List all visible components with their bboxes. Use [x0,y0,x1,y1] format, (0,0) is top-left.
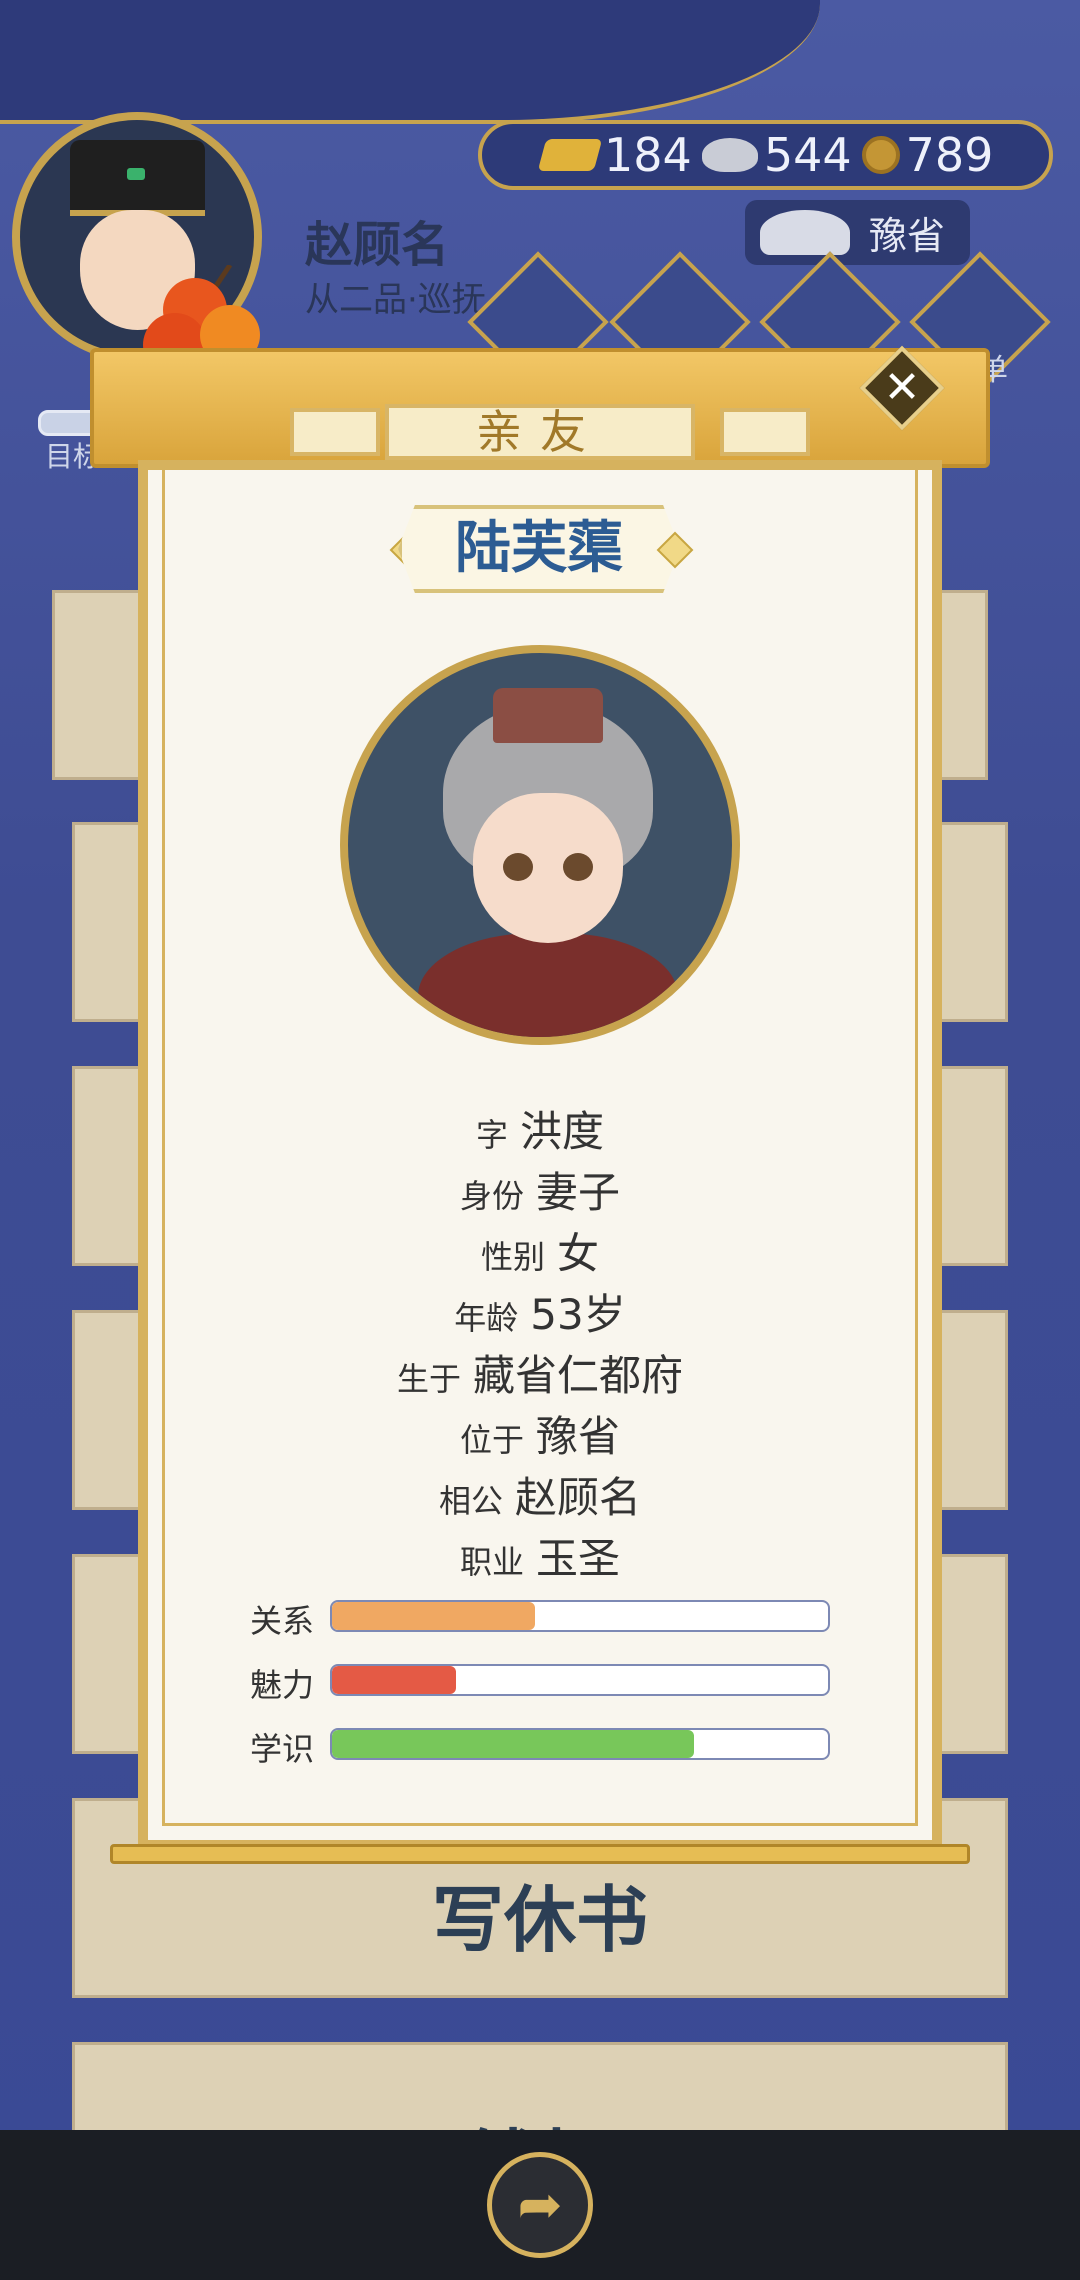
info-row: 位于 豫省 [0,1403,1080,1464]
gold-counter: 184 [537,128,692,182]
info-key: 相公 [438,1482,503,1520]
copper-coin-icon [861,136,900,174]
title-side-right [720,408,810,456]
player-rank: 从二品·巡抚 [305,280,486,320]
share-button[interactable]: ➦ [487,2152,593,2258]
info-value: 赵顾名 [515,1473,642,1522]
stat-label: 学识 [250,1730,315,1768]
info-row: 生于 藏省仁都府 [0,1342,1080,1403]
silver-counter: 544 [701,128,852,182]
silver-value: 544 [763,128,852,182]
stat-bar [330,1600,830,1632]
info-row: 职业 玉圣 [0,1525,1080,1586]
info-row: 性别女 [0,1220,1080,1281]
info-key: 性别 [480,1238,545,1276]
copper-counter: 789 [861,128,994,182]
player-name: 赵顾名 [305,217,450,273]
info-key: 身份 [459,1177,524,1215]
gold-value: 184 [604,128,692,182]
share-icon: ➦ [517,2173,563,2236]
info-key: 字 [475,1116,508,1154]
info-key: 位于 [459,1421,524,1459]
modal-title: 亲友 [385,404,695,460]
info-value: 女 [557,1229,600,1278]
title-side-left [290,408,380,456]
stat-bar-fill [332,1666,456,1694]
stat-label: 魅力 [250,1666,315,1704]
scroll-rod [110,1844,970,1864]
gold-ingot-icon [537,139,603,171]
person-portrait [340,645,740,1045]
info-row: 年龄 53岁 [0,1281,1080,1342]
copper-value: 789 [905,128,994,182]
info-row: 身份 妻子 [0,1159,1080,1220]
location-icon [760,210,850,255]
info-key: 生于 [396,1360,461,1398]
info-value: 玉圣 [536,1534,621,1583]
info-value: 洪度 [520,1107,605,1156]
official-hat [70,140,205,216]
divorce-label: 写休书 [431,1878,648,1962]
stat-bar-fill [332,1602,536,1630]
stat-bar [330,1664,830,1696]
location-label: 豫省 [868,214,945,258]
info-row: 字洪度 [0,1098,1080,1159]
info-row: 相公 赵顾名 [0,1464,1080,1525]
location-button[interactable]: 豫省 [745,200,970,265]
info-value: 藏省仁都府 [473,1351,684,1400]
stat-bar [330,1728,830,1760]
close-icon: ✕ [883,362,921,413]
stat-label: 关系 [250,1602,315,1640]
person-name: 陆芙蕖 [398,505,680,593]
info-key: 年龄 [454,1299,519,1337]
info-key: 职业 [459,1543,524,1581]
currency-bar: 184 544 789 [478,120,1053,190]
stat-bar-fill [332,1730,695,1758]
info-value: 妻子 [536,1168,621,1217]
silver-ingot-icon [701,138,758,172]
info-value: 豫省 [536,1412,621,1461]
info-value: 53岁 [530,1290,626,1339]
